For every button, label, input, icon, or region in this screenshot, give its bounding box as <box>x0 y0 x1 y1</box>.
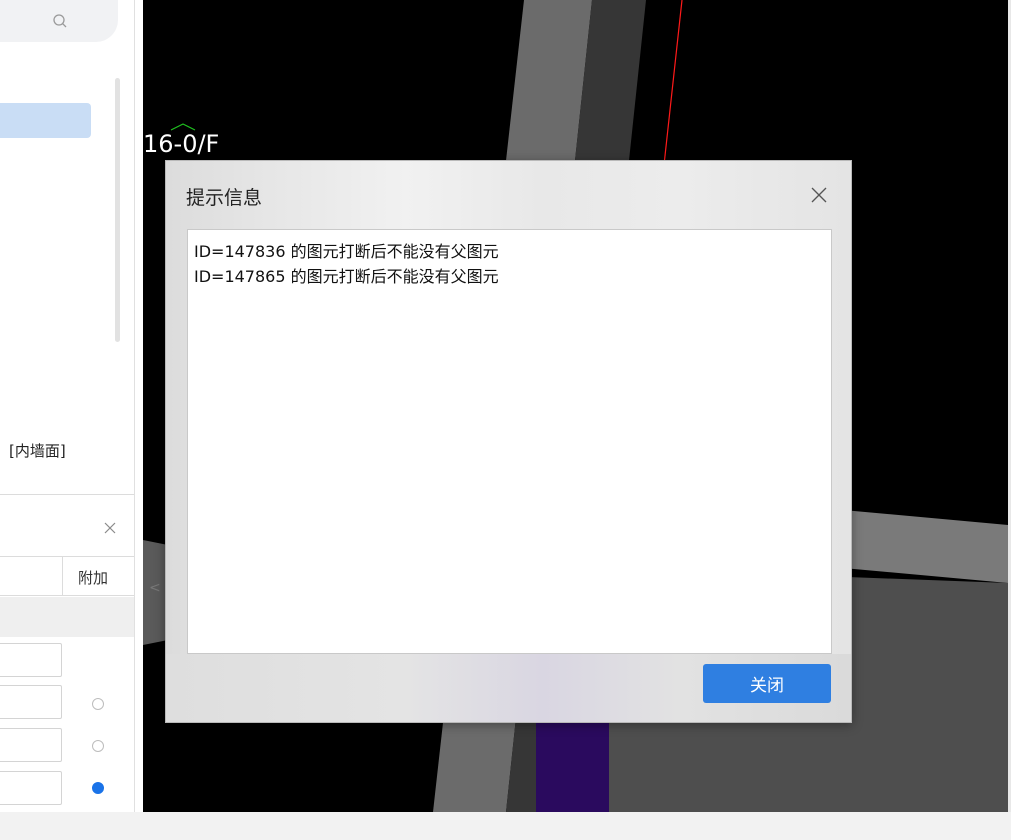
close-button[interactable]: 关闭 <box>703 664 831 703</box>
property-value-input[interactable] <box>0 728 62 762</box>
properties-table-header: 附加 <box>0 556 134 596</box>
column-divider <box>62 557 63 595</box>
properties-group-row[interactable] <box>0 597 134 637</box>
wall-face-label: [内墙面] <box>9 442 66 460</box>
panel-scrollbar[interactable] <box>115 78 120 342</box>
info-dialog: 提示信息 ID=147836 的图元打断后不能没有父图元 ID=147865 的… <box>165 160 852 723</box>
message-text-area[interactable]: ID=147836 的图元打断后不能没有父图元 ID=147865 的图元打断后… <box>187 229 832 654</box>
extra-radio-selected[interactable] <box>92 782 104 794</box>
close-icon[interactable] <box>102 520 118 536</box>
dialog-title: 提示信息 <box>186 187 263 209</box>
status-bar <box>0 812 1011 840</box>
property-value-input[interactable] <box>0 685 62 719</box>
axis-line <box>663 0 683 166</box>
left-panel: [内墙面] 附加 <box>0 0 143 812</box>
selected-list-item[interactable] <box>0 103 91 138</box>
wall-slab-upper <box>843 510 1008 583</box>
axis-label: 16-0/F <box>143 130 220 158</box>
column-header-extra: 附加 <box>78 569 109 587</box>
search-input[interactable] <box>0 0 118 42</box>
panel-divider <box>0 494 135 495</box>
property-value-input[interactable] <box>0 771 62 805</box>
panel-border <box>134 0 135 812</box>
close-icon[interactable] <box>809 185 829 205</box>
purple-element <box>536 722 609 812</box>
extra-radio[interactable] <box>92 698 104 710</box>
dialog-footer: 关闭 <box>166 654 851 722</box>
property-value-input[interactable] <box>0 643 62 677</box>
message-line: ID=147836 的图元打断后不能没有父图元 <box>194 242 499 261</box>
search-icon[interactable] <box>50 11 70 31</box>
collapse-panel-icon[interactable]: < <box>149 580 161 596</box>
message-line: ID=147865 的图元打断后不能没有父图元 <box>194 267 499 286</box>
extra-radio[interactable] <box>92 740 104 752</box>
